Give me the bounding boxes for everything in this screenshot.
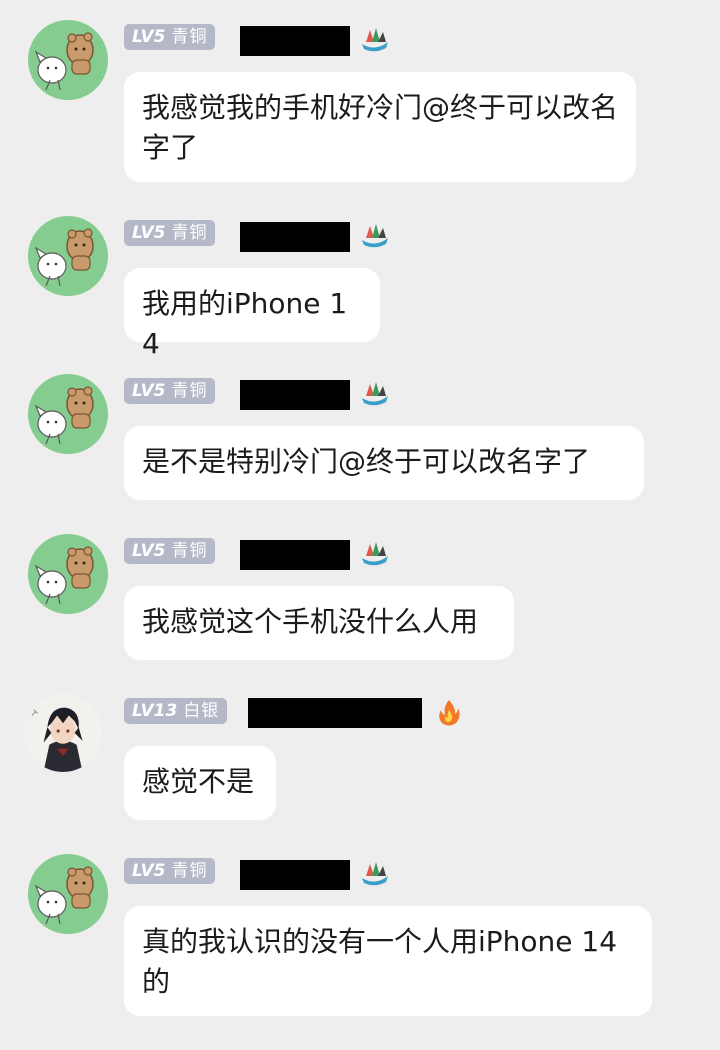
rank-text: 青铜	[171, 541, 208, 561]
dragon-boat-icon	[358, 536, 392, 570]
level-text: LV5	[132, 541, 166, 561]
avatar[interactable]	[28, 854, 108, 934]
fire-icon	[434, 698, 464, 728]
dragon-boat-icon	[358, 856, 392, 890]
dragon-boat-icon	[358, 22, 392, 56]
message-bubble[interactable]: 我感觉我的手机好冷门@终于可以改名字了	[124, 72, 636, 182]
rank-text: 青铜	[171, 27, 208, 47]
level-badge: LV5 青铜	[124, 220, 216, 246]
redacted-username	[240, 380, 350, 410]
level-badge: LV5 青铜	[124, 538, 216, 564]
cartoon-animals-icon	[34, 228, 94, 287]
redacted-username	[240, 860, 350, 890]
level-text: LV5	[132, 223, 166, 243]
cartoon-animals-icon	[34, 866, 94, 925]
avatar[interactable]	[28, 374, 108, 454]
level-badge: LV5 青铜	[124, 378, 216, 404]
redacted-username	[240, 26, 350, 56]
redacted-username	[240, 222, 350, 252]
dragon-boat-icon	[358, 218, 392, 252]
cartoon-animals-icon	[34, 32, 94, 91]
level-text: LV5	[132, 381, 166, 401]
redacted-username	[240, 540, 350, 570]
message-text: 感觉不是	[142, 765, 255, 798]
avatar[interactable]	[28, 216, 108, 296]
cartoon-animals-icon	[34, 546, 94, 605]
message-text: 我感觉这个手机没什么人用	[142, 605, 479, 638]
message-text: 我感觉我的手机好冷门@终于可以改名字了	[142, 91, 619, 164]
dragon-boat-icon	[358, 376, 392, 410]
anime-character-icon	[24, 694, 102, 772]
message-bubble[interactable]: 我用的iPhone 14	[124, 268, 380, 360]
level-badge: LV5 青铜	[124, 24, 216, 50]
level-badge: LV13 白银	[124, 698, 228, 724]
redacted-username	[248, 698, 422, 728]
message-text: 真的我认识的没有一个人用iPhone 14的	[142, 925, 618, 998]
rank-text: 白银	[183, 701, 220, 721]
message-bubble[interactable]: 真的我认识的没有一个人用iPhone 14的	[124, 906, 652, 1016]
avatar[interactable]	[24, 694, 102, 772]
message-bubble[interactable]: 是不是特别冷门@终于可以改名字了	[124, 426, 644, 500]
rank-text: 青铜	[171, 223, 208, 243]
avatar[interactable]	[28, 534, 108, 614]
message-bubble[interactable]: 我感觉这个手机没什么人用	[124, 586, 514, 660]
avatar[interactable]	[28, 20, 108, 100]
message-text: 是不是特别冷门@终于可以改名字了	[142, 445, 591, 478]
rank-text: 青铜	[171, 381, 208, 401]
level-badge: LV5 青铜	[124, 858, 216, 884]
cartoon-animals-icon	[34, 386, 94, 445]
rank-text: 青铜	[171, 861, 208, 881]
level-text: LV5	[132, 861, 166, 881]
message-text: 我用的iPhone 14	[142, 287, 348, 360]
level-text: LV13	[132, 701, 178, 721]
level-text: LV5	[132, 27, 166, 47]
message-bubble[interactable]: 感觉不是	[124, 746, 276, 820]
